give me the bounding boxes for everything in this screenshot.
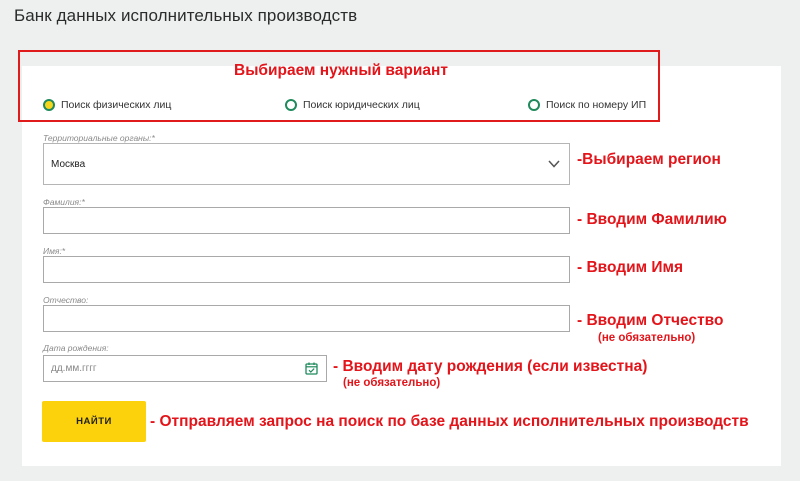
- annotation-choose-region: -Выбираем регион: [577, 151, 721, 168]
- annotation-enter-last-name: - Вводим Фамилию: [577, 211, 727, 228]
- calendar-icon[interactable]: [305, 362, 318, 375]
- last-name-label: Фамилия:*: [43, 197, 85, 207]
- first-name-input[interactable]: [43, 256, 570, 283]
- radio-legal-entities-label: Поиск юридических лиц: [303, 99, 420, 111]
- radio-ip-number[interactable]: Поиск по номеру ИП: [528, 99, 646, 111]
- annotation-optional-birth-date: (не обязательно): [343, 377, 441, 389]
- annotation-optional-patronymic: (не обязательно): [598, 332, 696, 344]
- region-label: Территориальные органы:*: [43, 133, 155, 143]
- birth-date-placeholder: дд.мм.гггг: [51, 363, 97, 374]
- annotation-send-request: - Отправляем запрос на поиск по базе дан…: [150, 413, 749, 430]
- chevron-down-icon: [548, 160, 560, 168]
- page-title: Банк данных исполнительных производств: [14, 6, 358, 25]
- annotation-enter-first-name: - Вводим Имя: [577, 259, 684, 276]
- radio-ip-number-label: Поиск по номеру ИП: [546, 99, 647, 111]
- region-select[interactable]: Москва: [43, 143, 570, 185]
- annotation-enter-patronymic: - Вводим Отчество: [577, 312, 724, 329]
- radio-legal-entities[interactable]: Поиск юридических лиц: [285, 99, 420, 111]
- patronymic-label: Отчество:: [43, 295, 89, 305]
- last-name-input[interactable]: [43, 207, 570, 234]
- region-select-value: Москва: [51, 158, 86, 170]
- patronymic-input[interactable]: [43, 305, 570, 332]
- annotation-choose-option: Выбираем нужный вариант: [234, 62, 448, 79]
- radio-individuals[interactable]: Поиск физических лиц: [43, 99, 171, 111]
- birth-date-label: Дата рождения:: [43, 343, 109, 353]
- birth-date-input[interactable]: дд.мм.гггг: [43, 355, 327, 382]
- radio-unchecked-icon: [528, 99, 540, 111]
- radio-individuals-label: Поиск физических лиц: [61, 99, 172, 111]
- search-button[interactable]: НАЙТИ: [42, 401, 146, 442]
- radio-unchecked-icon: [285, 99, 297, 111]
- annotation-highlight-box: [18, 50, 660, 122]
- first-name-label: Имя:*: [43, 246, 66, 256]
- radio-checked-icon: [43, 99, 55, 111]
- annotation-enter-birth-date: - Вводим дату рождения (если известна): [333, 358, 648, 375]
